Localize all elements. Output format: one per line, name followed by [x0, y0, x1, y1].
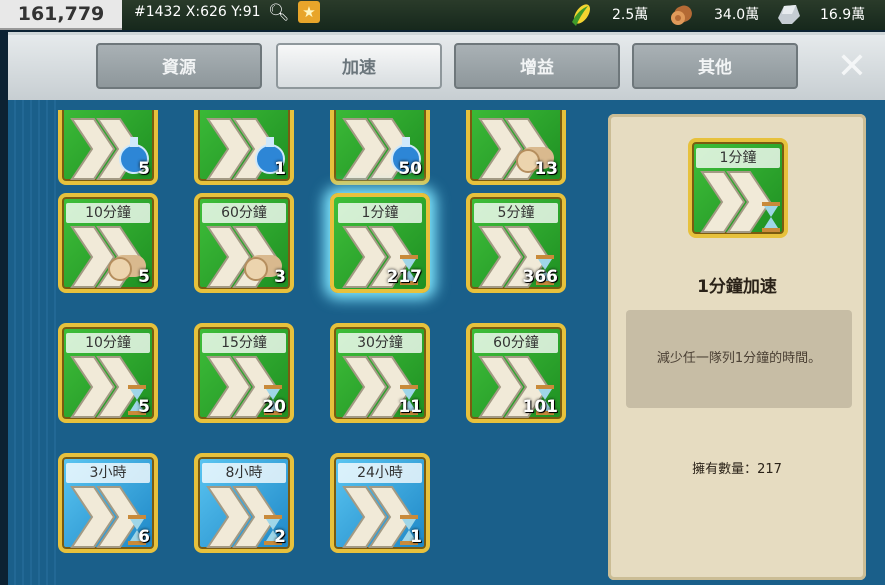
item-count: 50	[398, 159, 422, 179]
item-count: 3	[274, 267, 286, 287]
star-icon[interactable]: ★	[298, 1, 320, 23]
speedup-item[interactable]: 13	[466, 110, 566, 185]
search-icon[interactable]: 🔍︎	[268, 3, 290, 23]
speedup-item[interactable]: 60分鐘 101	[466, 323, 566, 423]
speedup-item[interactable]: 15分鐘 20	[194, 323, 294, 423]
tab-speedups[interactable]: 加速	[276, 43, 442, 89]
stone-amount: 16.9萬	[820, 7, 866, 23]
coordinates-text[interactable]: #1432 X:626 Y:91	[134, 4, 261, 20]
item-detail-panel: 1分鐘 1分鐘加速 減少任一隊列1分鐘的時間。 擁有數量：217	[608, 114, 866, 580]
item-count: 217	[386, 267, 423, 287]
item-count: 101	[522, 397, 559, 417]
top-resource-bar: 161,779 #1432 X:626 Y:91 🔍︎ ★ 2.5萬 34.0萬…	[0, 0, 885, 30]
tab-resources[interactable]: 資源	[96, 43, 262, 89]
item-count: 366	[522, 267, 559, 287]
item-count: 5	[138, 267, 150, 287]
hourglass-icon	[762, 202, 780, 232]
wood-amount: 34.0萬	[714, 7, 760, 23]
tab-boosts[interactable]: 增益	[454, 43, 620, 89]
food-amount: 2.5萬	[612, 7, 649, 23]
speedup-item[interactable]: 1	[194, 110, 294, 185]
speedup-item[interactable]: 10分鐘 5	[58, 323, 158, 423]
speedup-item[interactable]: 30分鐘 11	[330, 323, 430, 423]
speedup-item[interactable]: 3小時 6	[58, 453, 158, 553]
speedup-item[interactable]: 8小時 2	[194, 453, 294, 553]
wood-icon	[671, 5, 692, 25]
item-count: 13	[534, 159, 558, 179]
speedup-item[interactable]: 60分鐘 3	[194, 193, 294, 293]
item-count: 2	[274, 527, 286, 547]
power-value[interactable]: 161,779	[0, 0, 122, 30]
speedup-arrows-icon	[700, 171, 780, 233]
item-count: 6	[138, 527, 150, 547]
corn-icon	[572, 4, 590, 26]
speedup-item[interactable]: 5	[58, 110, 158, 185]
item-grid: 5 1 50 13 10分鐘 5 60分鐘 3 1分鐘 217 5分鐘 366 10分鐘 5 15分鐘 20 3…	[0, 110, 600, 582]
item-count: 1	[274, 159, 286, 179]
stone-icon	[778, 5, 800, 24]
item-title: 1分鐘加速	[697, 277, 777, 297]
tab-other[interactable]: 其他	[632, 43, 798, 89]
item-count: 11	[398, 397, 422, 417]
item-description: 減少任一隊列1分鐘的時間。	[656, 351, 822, 366]
close-button[interactable]: ✕	[834, 49, 870, 85]
speedup-item[interactable]: 10分鐘 5	[58, 193, 158, 293]
item-count: 1	[410, 527, 422, 547]
speedup-item[interactable]: 24小時 1	[330, 453, 430, 553]
item-count: 5	[138, 159, 150, 179]
speedup-item[interactable]: 1分鐘 217	[330, 193, 430, 293]
speedup-item[interactable]: 5分鐘 366	[466, 193, 566, 293]
tab-bar: 資源 加速 增益 其他 ✕	[8, 35, 885, 100]
speedup-item[interactable]: 50	[330, 110, 430, 185]
item-count: 5	[138, 397, 150, 417]
item-count: 20	[262, 397, 286, 417]
owned-quantity: 擁有數量：217	[692, 462, 782, 477]
selected-item-icon: 1分鐘	[688, 138, 788, 238]
